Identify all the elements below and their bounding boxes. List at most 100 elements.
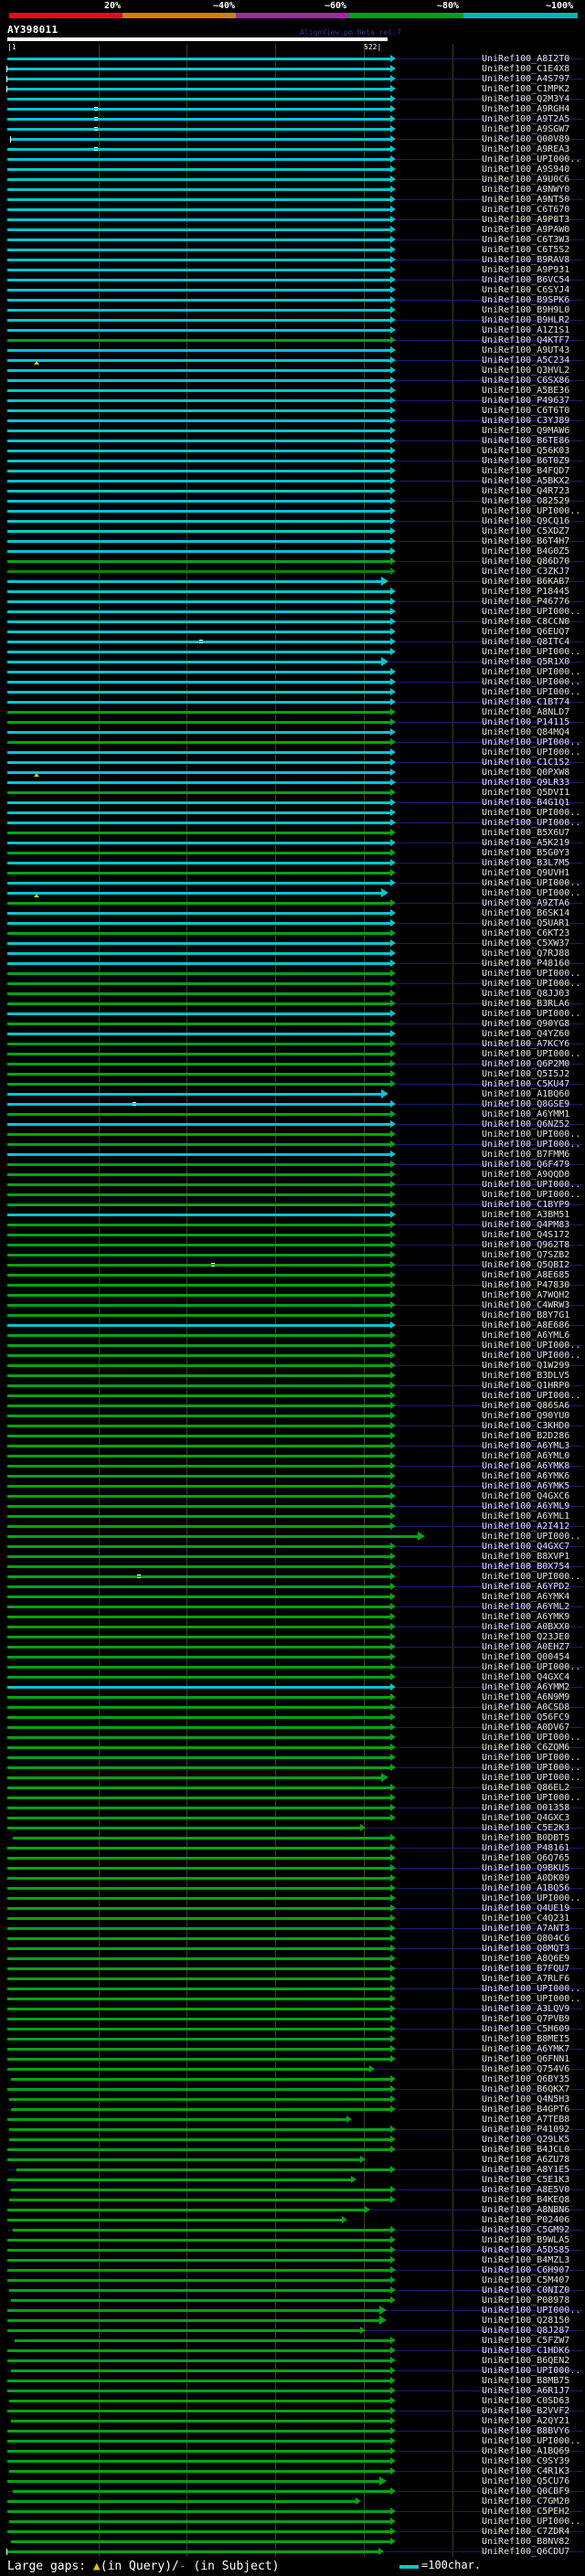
hit-label[interactable]: UniRef100_UPI000.. [482, 1984, 580, 1994]
hit-bar[interactable] [7, 1545, 390, 1548]
hit-bar[interactable] [7, 1374, 390, 1377]
hit-bar[interactable] [9, 2199, 390, 2201]
hit-bar[interactable] [7, 1626, 390, 1628]
alignment-row[interactable]: UniRef100_UPI000.. [0, 1009, 585, 1019]
hit-bar[interactable] [16, 2168, 390, 2171]
hit-label[interactable]: UniRef100_A4S797 [482, 74, 569, 84]
hit-bar[interactable] [7, 1354, 390, 1357]
hit-label[interactable]: UniRef100_Q6FNN1 [482, 2054, 569, 2064]
hit-label[interactable]: UniRef100_C3KHD0 [482, 1421, 569, 1431]
alignment-row[interactable]: UniRef100_C3ZKJ7 [0, 567, 585, 577]
hit-bar[interactable] [7, 68, 390, 70]
hit-bar[interactable] [7, 2148, 390, 2151]
hit-label[interactable]: UniRef100_A6R1J7 [482, 2386, 569, 2396]
alignment-row[interactable]: UniRef100_A6YPD2 [0, 1582, 585, 1592]
hit-label[interactable]: UniRef100_Q0CBF9 [482, 2486, 569, 2496]
hit-label[interactable]: UniRef100_B3DLV5 [482, 1371, 569, 1381]
alignment-row[interactable]: UniRef100_A1BQ56 [0, 1883, 585, 1893]
hit-label[interactable]: UniRef100_Q5DVI1 [482, 788, 569, 798]
hit-label[interactable]: UniRef100_UPI000.. [482, 1763, 580, 1773]
alignment-row[interactable]: UniRef100_Q4GXC3 [0, 1813, 585, 1823]
alignment-row[interactable]: UniRef100_UPI000.. [0, 737, 585, 747]
alignment-row[interactable]: UniRef100_Q4GXC7 [0, 1542, 585, 1552]
hit-bar[interactable] [7, 168, 390, 171]
hit-label[interactable]: UniRef100_A9ZTA6 [482, 898, 569, 908]
alignment-row[interactable]: UniRef100_A9P931 [0, 265, 585, 275]
hit-label[interactable]: UniRef100_C1BYP9 [482, 1200, 569, 1210]
alignment-row[interactable]: UniRef100_UPI000.. [0, 2436, 585, 2446]
alignment-row[interactable]: UniRef100_UPI000.. [0, 677, 585, 687]
hit-label[interactable]: UniRef100_UPI000.. [482, 1351, 580, 1361]
alignment-row[interactable]: UniRef100_Q29LK5 [0, 2135, 585, 2145]
hit-bar[interactable] [7, 2239, 390, 2242]
hit-bar[interactable] [7, 671, 390, 673]
hit-bar[interactable] [7, 1555, 390, 1558]
alignment-row[interactable]: UniRef100_Q3HVL2 [0, 366, 585, 376]
alignment-row[interactable]: UniRef100_A3LQV9 [0, 2004, 585, 2014]
hit-bar[interactable] [7, 1033, 390, 1035]
alignment-row[interactable]: UniRef100_UPI000.. [0, 1049, 585, 1059]
hit-label[interactable]: UniRef100_C4Q231 [482, 1913, 569, 1924]
hit-bar[interactable] [7, 2118, 346, 2121]
hit-label[interactable]: UniRef100_B3L7M5 [482, 858, 569, 868]
hit-bar[interactable] [7, 1606, 390, 1608]
alignment-row[interactable]: UniRef100_A9ZTA6 [0, 898, 585, 908]
hit-label[interactable]: UniRef100_B6QEN2 [482, 2356, 569, 2366]
hit-label[interactable]: UniRef100_Q9MAW6 [482, 426, 569, 436]
alignment-row[interactable]: UniRef100_Q4R723 [0, 486, 585, 496]
hit-bar[interactable] [7, 2349, 390, 2352]
hit-label[interactable]: UniRef100_B4G0Z5 [482, 546, 569, 557]
hit-bar[interactable] [7, 1344, 390, 1347]
alignment-row[interactable]: UniRef100_A6YMK4 [0, 1592, 585, 1602]
alignment-row[interactable]: UniRef100_B7FMM6 [0, 1150, 585, 1160]
hit-bar[interactable] [7, 932, 390, 935]
hit-label[interactable]: UniRef100_Q86D70 [482, 557, 569, 567]
hit-bar[interactable] [7, 661, 383, 663]
alignment-row[interactable]: UniRef100_A9NT50 [0, 195, 585, 205]
hit-bar[interactable] [7, 620, 390, 623]
hit-label[interactable]: UniRef100_A0CSD8 [482, 1702, 569, 1712]
hit-bar[interactable] [7, 1716, 390, 1719]
hit-bar[interactable] [7, 1113, 390, 1116]
hit-label[interactable]: UniRef100_UPI000.. [482, 154, 580, 164]
hit-bar[interactable] [7, 872, 390, 875]
alignment-row[interactable]: UniRef100_Q00V89 [0, 134, 585, 144]
hit-bar[interactable] [7, 1887, 390, 1890]
alignment-row[interactable]: UniRef100_B9HLR2 [0, 315, 585, 325]
hit-label[interactable]: UniRef100_A9T2A5 [482, 114, 569, 124]
alignment-row[interactable]: UniRef100_A0DV67 [0, 1723, 585, 1733]
hit-bar[interactable] [7, 2450, 390, 2453]
hit-label[interactable]: UniRef100_B4KEQ8 [482, 2195, 569, 2205]
alignment-row[interactable]: UniRef100_A6N9M9 [0, 1692, 585, 1702]
alignment-row[interactable]: UniRef100_C4Q231 [0, 1913, 585, 1924]
alignment-row[interactable]: UniRef100_A9SGW7 [0, 124, 585, 134]
alignment-row[interactable]: UniRef100_Q56K03 [0, 446, 585, 456]
hit-bar[interactable] [11, 2299, 390, 2302]
hit-bar[interactable] [7, 389, 390, 392]
hit-bar[interactable] [7, 228, 390, 231]
hit-label[interactable]: UniRef100_A8E5V0 [482, 2185, 569, 2195]
alignment-row[interactable]: UniRef100_A1Z1S1 [0, 325, 585, 335]
hit-bar[interactable] [7, 1756, 390, 1759]
alignment-row[interactable]: UniRef100_B4FQD7 [0, 466, 585, 476]
hit-bar[interactable] [7, 681, 390, 684]
hit-label[interactable]: UniRef100_Q4PM83 [482, 1220, 569, 1230]
hit-label[interactable]: UniRef100_A6YML9 [482, 1501, 569, 1511]
hit-bar[interactable] [7, 1173, 390, 1176]
hit-label[interactable]: UniRef100_Q9UVH1 [482, 868, 569, 878]
hit-bar[interactable] [7, 1274, 390, 1277]
hit-label[interactable]: UniRef100_A7KCY6 [482, 1039, 569, 1049]
hit-label[interactable]: UniRef100_A6YMK4 [482, 1592, 569, 1602]
hit-label[interactable]: UniRef100_C5GM92 [482, 2225, 569, 2235]
hit-label[interactable]: UniRef100_A9P931 [482, 265, 569, 275]
hit-label[interactable]: UniRef100_UPI000.. [482, 1733, 580, 1743]
alignment-row[interactable]: UniRef100_UPI000.. [0, 808, 585, 818]
hit-bar[interactable] [11, 2189, 390, 2191]
hit-label[interactable]: UniRef100_A9P8T3 [482, 215, 569, 225]
hit-label[interactable]: UniRef100_A6YMM1 [482, 1109, 569, 1119]
hit-bar[interactable] [9, 2470, 390, 2473]
hit-label[interactable]: UniRef100_A0DK09 [482, 1873, 569, 1883]
hit-label[interactable]: UniRef100_Q8J287 [482, 2326, 569, 2336]
hit-label[interactable]: UniRef100_Q4KTF7 [482, 335, 569, 345]
hit-label[interactable]: UniRef100_C5XDZ7 [482, 526, 569, 536]
